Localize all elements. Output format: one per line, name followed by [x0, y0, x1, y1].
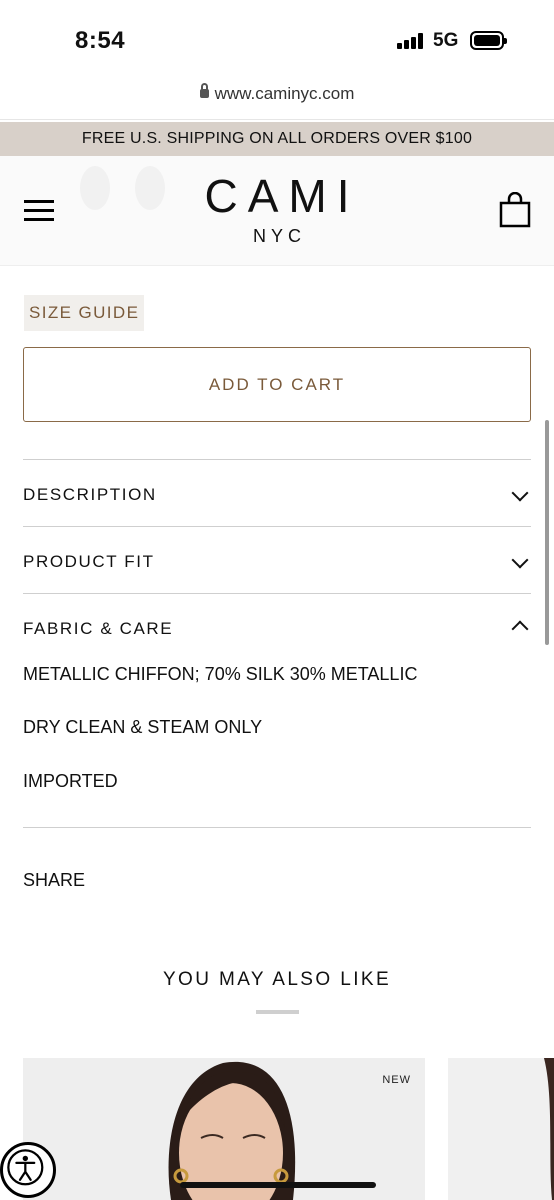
fabric-care-line: DRY CLEAN & STEAM ONLY [23, 717, 263, 737]
section-underline [256, 1010, 299, 1014]
logo-main-text: CAMI [204, 170, 360, 222]
accordion-title: PRODUCT FIT [23, 552, 155, 571]
product-card-partial[interactable] [448, 1058, 554, 1200]
fabric-care-line: IMPORTED [23, 771, 118, 791]
promo-banner: FREE U.S. SHIPPING ON ALL ORDERS OVER $1… [0, 122, 554, 156]
battery-full-icon [470, 31, 507, 50]
chevron-down-icon [511, 551, 529, 569]
accordion-title: DESCRIPTION [23, 485, 157, 504]
site-header: CAMI NYC [0, 156, 554, 266]
scrollbar[interactable] [545, 420, 549, 645]
status-time: 8:54 [75, 27, 126, 54]
logo-sub-text: NYC [252, 226, 306, 246]
url-text[interactable]: www.caminyc.com [215, 84, 355, 103]
recommendations-title: YOU MAY ALSO LIKE [162, 969, 392, 990]
accordion-product-fit[interactable]: PRODUCT FIT [23, 527, 531, 593]
home-indicator [180, 1182, 376, 1188]
product-image [168, 1061, 296, 1200]
browser-url-bar[interactable]: www.caminyc.com [0, 78, 554, 120]
new-badge: NEW [382, 1074, 411, 1086]
network-type: 5G [433, 30, 459, 51]
shopping-bag-icon[interactable] [498, 192, 532, 228]
chevron-up-icon [511, 620, 529, 638]
size-guide-button[interactable]: SIZE GUIDE [24, 295, 145, 331]
chevron-down-icon [511, 484, 529, 502]
cellular-signal-icon [397, 33, 425, 49]
accessibility-icon[interactable] [0, 1142, 56, 1198]
accordion-title: FABRIC & CARE [23, 619, 174, 638]
status-bar: 8:54 5G [0, 0, 554, 78]
brand-logo[interactable]: CAMI NYC [0, 170, 554, 247]
divider [23, 827, 531, 828]
product-card[interactable]: NEW [23, 1058, 425, 1200]
add-to-cart-button[interactable]: ADD TO CART [23, 347, 531, 422]
accordion-description[interactable]: DESCRIPTION [23, 460, 531, 526]
share-link[interactable]: SHARE [23, 870, 85, 891]
lock-icon [199, 83, 209, 98]
fabric-care-line: METALLIC CHIFFON; 70% SILK 30% METALLIC [23, 664, 418, 684]
accordion-fabric-care[interactable]: FABRIC & CARE [23, 594, 531, 660]
